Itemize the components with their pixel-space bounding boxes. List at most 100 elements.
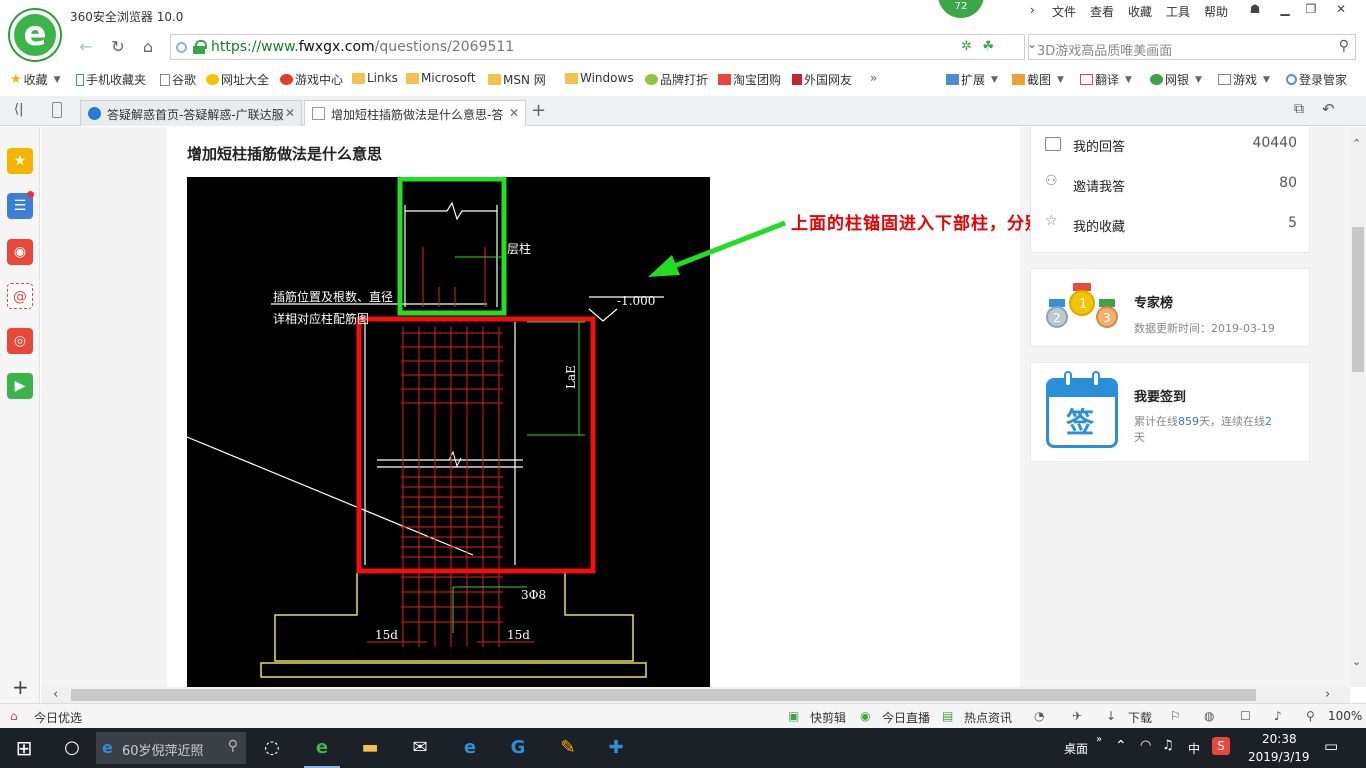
browser-logo-icon[interactable]: e xyxy=(10,10,60,60)
close-button[interactable]: ✕ xyxy=(1328,2,1354,20)
horizontal-scroll-thumb[interactable] xyxy=(71,689,1256,701)
toolbar-games[interactable]: 游戏 ▼ xyxy=(1218,71,1270,88)
speaker-icon[interactable]: ♫ xyxy=(1162,738,1174,753)
horizontal-scrollbar[interactable]: ‹ › xyxy=(41,687,1350,703)
status-today-picks[interactable]: 今日优选 xyxy=(34,709,82,726)
bookmark-games[interactable]: 游戏中心 xyxy=(280,71,343,88)
scroll-right-icon[interactable]: › xyxy=(1325,687,1330,702)
clock-date[interactable]: 2019/3/19 xyxy=(1248,750,1310,764)
desktop-more-icon[interactable]: » xyxy=(1096,734,1102,745)
speed-icon[interactable]: ◔ xyxy=(1034,709,1044,723)
back-icon[interactable]: ← xyxy=(74,35,98,59)
url-text[interactable]: https://www.fwxgx.com/questions/2069511 xyxy=(211,39,514,55)
notification-badge[interactable]: 72 xyxy=(938,0,984,18)
chevron-right-icon[interactable]: › xyxy=(1030,3,1035,17)
signin-card[interactable]: 签 我要签到 累计在线859天，连续在线2 天 xyxy=(1030,362,1310,462)
pin-icon[interactable]: ✈ xyxy=(1072,709,1082,723)
search-box[interactable]: ⌄ 3D游戏高品质唯美画面 ⚲ xyxy=(1027,34,1356,60)
sogou-icon[interactable]: S xyxy=(1212,737,1230,755)
vertical-scrollbar[interactable]: ⌃ ⌄ xyxy=(1350,127,1366,687)
bookmark-links[interactable]: Links xyxy=(352,71,398,85)
ime-indicator[interactable]: 中 xyxy=(1188,740,1200,757)
minimize-button[interactable]: ▁ xyxy=(1272,2,1298,20)
menu-favorites[interactable]: 收藏 xyxy=(1128,3,1152,20)
browser-360-icon[interactable]: e xyxy=(298,728,346,768)
status-hot-news[interactable]: 热点资讯 xyxy=(964,709,1012,726)
tv-icon[interactable]: ▶ xyxy=(7,373,33,399)
bookmark-favorites[interactable]: ★ 收藏 ▼ xyxy=(10,71,61,88)
taskbar-search[interactable]: e 60岁倪萍近照 ⚲ xyxy=(96,732,246,764)
mail-icon[interactable]: ✉ xyxy=(396,728,444,768)
mode-icon[interactable]: ☘ xyxy=(982,39,994,54)
toolbar-translate[interactable]: 翻译 ▼ xyxy=(1080,71,1132,88)
zoom-level[interactable]: 100% xyxy=(1328,709,1362,723)
bookmark-msn[interactable]: MSN 网 xyxy=(488,71,546,88)
toolbar-login[interactable]: 登录管家 xyxy=(1286,71,1347,88)
ie-mode-icon[interactable]: ⚐ xyxy=(1170,709,1181,723)
speedup-icon[interactable]: ✲ xyxy=(961,39,972,54)
tab-home[interactable]: 答疑解惑首页-答疑解惑-广联达服 ✕ xyxy=(80,100,302,126)
g-app-icon[interactable]: G xyxy=(494,728,542,768)
wifi-icon[interactable]: ◠ xyxy=(1140,738,1151,753)
desktop-label[interactable]: 桌面 xyxy=(1064,740,1088,757)
email-icon[interactable]: @ xyxy=(7,283,33,309)
scroll-up-icon[interactable]: ⌃ xyxy=(1352,137,1361,150)
home-icon[interactable]: ⌂ xyxy=(136,35,160,59)
tab-list-icon[interactable]: ⧉ xyxy=(1294,101,1304,117)
game-icon[interactable]: ◎ xyxy=(7,328,33,354)
status-download[interactable]: 下载 xyxy=(1128,709,1152,726)
bookmark-windows[interactable]: Windows xyxy=(565,71,634,85)
window-icon[interactable]: ☐ xyxy=(1240,709,1251,723)
stat-favorites[interactable]: ☆ 我的收藏 5 xyxy=(1031,198,1311,238)
favorites-star-icon[interactable]: ★ xyxy=(7,148,33,174)
stat-answers[interactable]: 我的回答 40440 xyxy=(1031,127,1311,158)
add-sidebar-icon[interactable]: + xyxy=(12,675,29,699)
stat-invites[interactable]: ⚇ 邀请我答 80 xyxy=(1031,158,1311,198)
sidebar-toggle-icon[interactable]: ⟨| xyxy=(14,102,23,117)
bookmark-foreign[interactable]: 外国网友 xyxy=(792,71,852,88)
bookmark-taobao[interactable]: 淘宝团购 xyxy=(718,71,781,88)
maximize-button[interactable]: ❐ xyxy=(1298,2,1324,20)
toolbar-bank[interactable]: 网银 ▼ xyxy=(1150,71,1202,88)
action-center-icon[interactable]: ▭ xyxy=(1324,737,1338,755)
search-input[interactable]: 3D游戏高品质唯美画面 xyxy=(1037,40,1172,59)
windows-start-icon[interactable]: ⊞ xyxy=(0,728,48,768)
scroll-left-icon[interactable]: ‹ xyxy=(53,687,58,702)
weibo-icon[interactable]: ◉ xyxy=(7,239,33,265)
clock-time[interactable]: 20:38 xyxy=(1262,732,1297,746)
bookmark-brand[interactable]: 品牌打折 xyxy=(645,71,708,88)
tray-up-icon[interactable]: ⌃ xyxy=(1115,738,1127,754)
bookmark-hao[interactable]: 网址大全 xyxy=(206,71,269,88)
file-explorer-icon[interactable]: ▬ xyxy=(346,728,394,768)
menu-help[interactable]: 帮助 xyxy=(1204,3,1228,20)
menu-view[interactable]: 查看 xyxy=(1090,3,1114,20)
site-info-icon[interactable] xyxy=(176,42,187,53)
toolbar-screenshot[interactable]: 截图 ▼ xyxy=(1012,71,1064,88)
new-tab-icon[interactable]: + xyxy=(531,100,546,121)
experts-card[interactable]: 1 2 3 专家榜 数据更新时间：2019-03-19 xyxy=(1030,268,1310,347)
address-bar[interactable]: https://www.fwxgx.com/questions/2069511 … xyxy=(170,34,1025,60)
status-quick-clip[interactable]: 快剪辑 xyxy=(810,709,846,726)
menu-tools[interactable]: 工具 xyxy=(1166,3,1190,20)
skin-icon[interactable]: ☗ xyxy=(1242,2,1268,20)
bookmark-microsoft[interactable]: Microsoft xyxy=(406,71,476,85)
volume-icon[interactable]: ♪ xyxy=(1274,709,1282,723)
toolbar-extensions[interactable]: 扩展 ▼ xyxy=(946,71,998,88)
edge-icon[interactable]: e xyxy=(446,728,494,768)
search-icon[interactable]: ⚲ xyxy=(1339,38,1349,54)
close-tab-icon[interactable]: ✕ xyxy=(285,106,295,120)
bookmark-google[interactable]: 谷歌 xyxy=(160,71,196,88)
tool-app-icon[interactable]: ✚ xyxy=(592,728,640,768)
status-live[interactable]: 今日直播 xyxy=(882,709,930,726)
accelerate-icon[interactable]: ◍ xyxy=(1204,709,1214,723)
bookmark-mobile[interactable]: 手机收藏夹 xyxy=(76,71,146,88)
refresh-icon[interactable]: ↻ xyxy=(106,35,130,59)
bookmark-more-icon[interactable]: » xyxy=(870,71,877,85)
cortana-icon[interactable]: ○ xyxy=(48,728,96,768)
zoom-icon[interactable]: ⚲ xyxy=(1306,709,1315,723)
close-tab-icon[interactable]: ✕ xyxy=(509,106,519,120)
menu-file[interactable]: 文件 xyxy=(1052,3,1076,20)
tab-question[interactable]: 增加短柱插筋做法是什么意思-答 ✕ xyxy=(304,100,526,126)
vertical-scroll-thumb[interactable] xyxy=(1352,227,1364,372)
notes-icon[interactable]: ✎ xyxy=(544,728,592,768)
